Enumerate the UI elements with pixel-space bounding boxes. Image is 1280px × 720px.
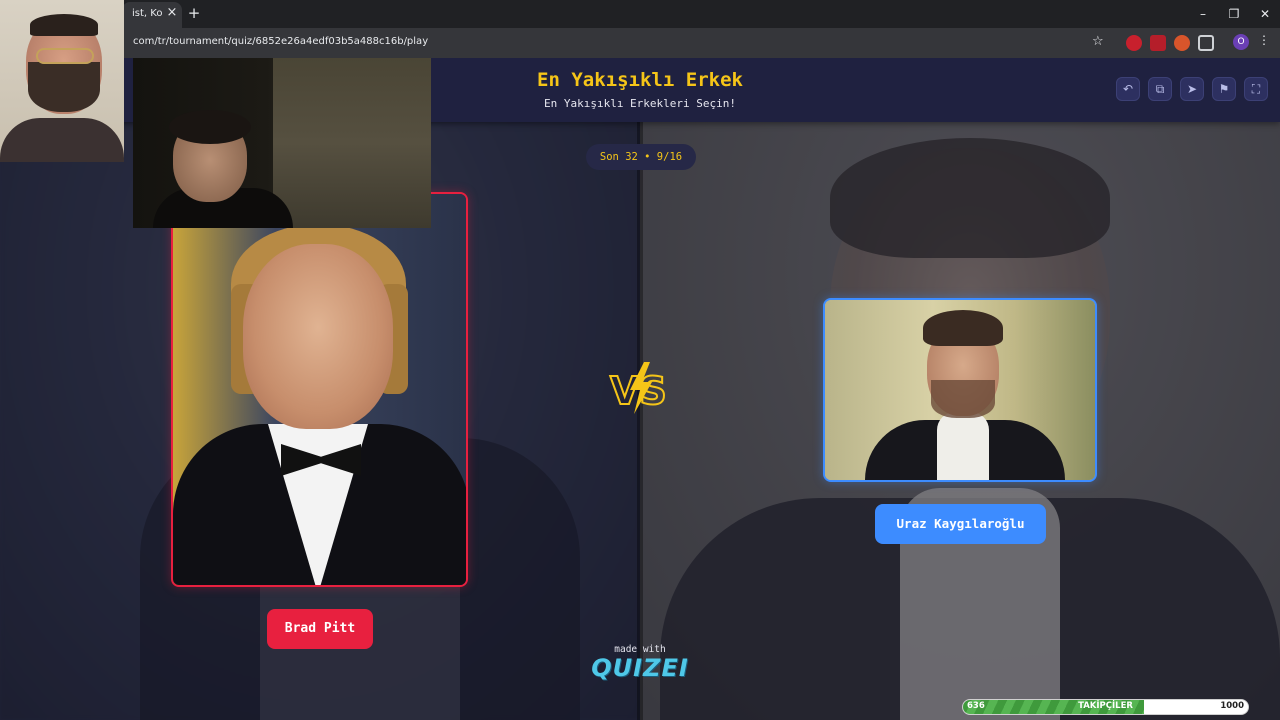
fullscreen-button[interactable]: ⛶: [1244, 77, 1268, 101]
send-icon: ➤: [1186, 82, 1198, 96]
webcam-overlay-2: [133, 58, 431, 228]
extension-icon-1[interactable]: [1126, 35, 1142, 51]
quiz-subtitle: En Yakışıklı Erkekleri Seçin!: [543, 97, 737, 110]
center-divider: [637, 122, 643, 720]
share-button[interactable]: ⧉: [1148, 77, 1172, 101]
webcam-overlay-1: [0, 0, 124, 162]
profile-avatar[interactable]: O: [1233, 34, 1249, 50]
right-contestant-card[interactable]: [823, 298, 1097, 482]
versus-icon: VS: [609, 362, 668, 414]
send-button[interactable]: ➤: [1180, 77, 1204, 101]
tab-title: ist, Ko: [132, 8, 163, 19]
webcam-2-shelf: [273, 58, 431, 228]
minimize-icon[interactable]: –: [1188, 4, 1218, 24]
restore-icon[interactable]: ❐: [1219, 4, 1249, 24]
browser-menu-icon[interactable]: ⋮: [1258, 33, 1270, 47]
undo-icon: ↶: [1122, 82, 1134, 96]
extension-icon-3[interactable]: [1174, 35, 1190, 51]
undo-button[interactable]: ↶: [1116, 77, 1140, 101]
left-photo-face: [243, 244, 393, 429]
right-photo-beard: [931, 380, 995, 418]
right-photo-shirt: [937, 412, 989, 480]
webcam-1-hair: [30, 14, 98, 36]
right-photo-hair: [923, 310, 1003, 346]
webcam-1-body: [0, 118, 124, 162]
round-indicator: Son 32 • 9/16: [586, 144, 696, 170]
webcam-1-glasses: [36, 48, 94, 64]
quiz-title: En Yakışıklı Erkek: [537, 69, 743, 91]
extensions-puzzle-icon[interactable]: [1198, 35, 1214, 51]
url-field[interactable]: com/tr/tournament/quiz/6852e26a4edf03b5a…: [133, 36, 428, 47]
webcam-2-hair: [169, 110, 251, 144]
extension-icon-2[interactable]: [1150, 35, 1166, 51]
close-tab-icon[interactable]: ×: [164, 5, 180, 21]
followers-progress-bar: TAKİPÇİLER 636 1000: [962, 699, 1249, 715]
followers-max: 1000: [1220, 701, 1244, 711]
flag-icon: ⚑: [1218, 82, 1230, 96]
address-bar: com/tr/tournament/quiz/6852e26a4edf03b5a…: [0, 28, 1280, 58]
browser-tab-strip: ist, Ko × + – ❐ ✕: [0, 0, 1280, 28]
fullscreen-icon: ⛶: [1251, 82, 1261, 96]
followers-current: 636: [967, 701, 985, 711]
quizei-logo[interactable]: QUIZEI: [580, 654, 700, 682]
followers-label: TAKİPÇİLER: [1078, 701, 1133, 711]
left-contestant-name-button[interactable]: Brad Pitt: [267, 609, 373, 649]
left-contestant-card[interactable]: [171, 192, 468, 587]
new-tab-icon[interactable]: +: [186, 5, 202, 21]
close-window-icon[interactable]: ✕: [1250, 4, 1280, 24]
right-contestant-name-button[interactable]: Uraz Kaygılaroğlu: [875, 504, 1046, 544]
report-button[interactable]: ⚑: [1212, 77, 1236, 101]
share-icon: ⧉: [1155, 82, 1165, 96]
webcam-1-beard: [28, 62, 100, 112]
bookmark-star-icon[interactable]: ☆: [1092, 34, 1104, 49]
